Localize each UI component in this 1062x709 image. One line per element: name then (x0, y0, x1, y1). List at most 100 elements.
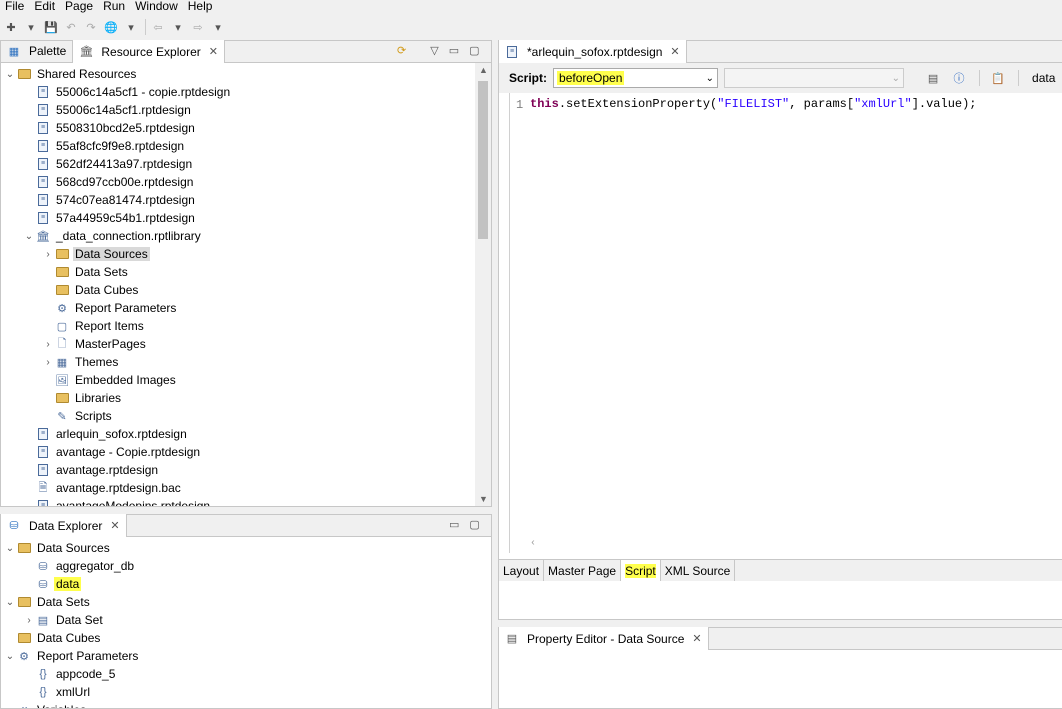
tab-xml-source[interactable]: XML Source (661, 560, 736, 581)
new-dropdown-icon[interactable]: ▾ (22, 18, 40, 36)
close-icon[interactable]: ✕ (692, 632, 701, 645)
script-options-icon[interactable]: 📋 (989, 69, 1007, 87)
resource-tree-item[interactable]: › Data Sources (41, 245, 150, 263)
resource-tree-label: 574c07ea81474.rptdesign (56, 193, 195, 207)
validate-icon[interactable]: ▤ (924, 69, 942, 87)
resource-tree-item[interactable]: ≡ 57a44959c54b1.rptdesign (22, 209, 197, 227)
chevron-down-icon[interactable]: ⌄ (3, 651, 17, 662)
report-design-icon: ≡ (36, 85, 50, 99)
chevron-right-icon[interactable]: › (41, 357, 55, 368)
tab-layout[interactable]: Layout (499, 560, 545, 581)
forward-dropdown-icon[interactable]: ▾ (209, 18, 227, 36)
data-tree-label: Data Sets (37, 595, 90, 609)
minimize-icon[interactable]: ▭ (449, 44, 459, 57)
close-icon[interactable]: ✕ (110, 519, 119, 532)
resource-tree-item[interactable]: ≡ 568cd97ccb00e.rptdesign (22, 173, 195, 191)
undo-icon[interactable]: ↶ (62, 18, 80, 36)
chevron-down-icon[interactable]: ⌄ (3, 69, 17, 80)
menu-help[interactable]: Help (183, 0, 218, 14)
data-tree-item[interactable]: ›𝑥 Variables (3, 701, 88, 708)
data-tree-item[interactable]: › ▤ Data Set (22, 611, 105, 629)
forward-icon[interactable]: ⇨ (189, 18, 207, 36)
resource-tree-item[interactable]: ▢ Report Items (41, 317, 146, 335)
resource-tree-item[interactable]: ⚙ Report Parameters (41, 299, 178, 317)
script-secondary-select[interactable]: ⌄ (724, 68, 905, 88)
datasource-icon: ⛁ (38, 578, 48, 591)
script-label: Script: (509, 71, 548, 85)
resource-tree-item[interactable]: ✎ Scripts (41, 407, 114, 425)
help-icon[interactable]: ⓘ (950, 69, 968, 87)
menu-edit[interactable]: Edit (29, 0, 60, 14)
resource-tree-item[interactable]: ≡ 574c07ea81474.rptdesign (22, 191, 197, 209)
tab-master-page[interactable]: Master Page (544, 560, 622, 581)
run-web-icon[interactable]: 🌐 (102, 18, 120, 36)
redo-icon[interactable]: ↷ (82, 18, 100, 36)
back-icon[interactable]: ⇦ (149, 18, 167, 36)
scroll-left-icon[interactable]: ‹ (530, 538, 536, 549)
resource-tree-item[interactable]: › ▦ Themes (41, 353, 120, 371)
resource-tree-item[interactable]: Data Sets (41, 263, 130, 281)
script-code-editor[interactable]: 1 this.setExtensionProperty("FILELIST", … (509, 93, 1062, 553)
data-view-controls: ▭ ▢ (449, 518, 480, 531)
resource-tree-item[interactable]: 🖼 Embedded Images (41, 371, 178, 389)
tab-property-editor[interactable]: ▤ Property Editor - Data Source ✕ (499, 627, 709, 650)
resource-tree-item[interactable]: 🗎 avantage.rptdesign.bac (22, 479, 183, 497)
resource-tree-item[interactable]: ≡ 55af8cfc9f9e8.rptdesign (22, 137, 186, 155)
tab-data-explorer[interactable]: ⛁ Data Explorer ✕ (1, 514, 127, 537)
data-explorer-icon: ⛁ (9, 520, 19, 532)
refresh-icon[interactable]: ⟳ (397, 44, 406, 57)
resource-tree-item[interactable]: ≡ 55006c14a5cf1 - copie.rptdesign (22, 83, 232, 101)
menu-run[interactable]: Run (98, 0, 130, 14)
back-dropdown-icon[interactable]: ▾ (169, 18, 187, 36)
maximize-icon[interactable]: ▢ (469, 518, 479, 531)
chevron-right-icon[interactable]: › (22, 615, 36, 626)
tab-resource-explorer[interactable]: 🏛 Resource Explorer ✕ (73, 40, 225, 63)
tab-script[interactable]: Script (621, 560, 661, 581)
scroll-up-icon[interactable]: ▲ (479, 65, 488, 75)
chevron-right-icon[interactable]: › (3, 705, 17, 709)
menu-window[interactable]: Window (130, 0, 183, 14)
data-tree-item[interactable]: Data Cubes (3, 629, 102, 647)
view-menu-icon[interactable]: ▽ (430, 44, 438, 57)
menu-file[interactable]: File (0, 0, 29, 14)
resource-tree-item[interactable]: ≡ 5508310bcd2e5.rptdesign (22, 119, 197, 137)
maximize-icon[interactable]: ▢ (469, 44, 479, 57)
data-tree-label: data (54, 577, 82, 591)
resource-tree-item[interactable]: ≡ avantage - Copie.rptdesign (22, 443, 202, 461)
resource-scrollbar[interactable]: ▲ ▼ (475, 63, 491, 506)
resource-scroll-thumb[interactable] (478, 81, 488, 239)
data-tree-item[interactable]: {} appcode_5 (22, 665, 117, 683)
save-icon[interactable]: 💾 (42, 18, 60, 36)
chevron-down-icon[interactable]: ⌄ (22, 231, 36, 242)
menu-page[interactable]: Page (60, 0, 98, 14)
new-icon[interactable]: ✚ (2, 18, 20, 36)
resource-tree-item[interactable]: ⌄ 🏛 _data_connection.rptlibrary (22, 227, 203, 245)
data-tree-item[interactable]: ⛁ data (22, 575, 82, 593)
data-tree-item[interactable]: ⛁ aggregator_db (22, 557, 136, 575)
resource-tree-item[interactable]: ≡ arlequin_sofox.rptdesign (22, 425, 189, 443)
minimize-icon[interactable]: ▭ (449, 518, 459, 531)
tab-arlequin-sofox[interactable]: ≡ *arlequin_sofox.rptdesign ✕ (499, 40, 687, 63)
scroll-down-icon[interactable]: ▼ (479, 494, 488, 504)
data-tree-item[interactable]: ⌄ ⚙ Report Parameters (3, 647, 140, 665)
chevron-right-icon[interactable]: › (41, 249, 55, 260)
data-tree-item[interactable]: ⌄ Data Sets (3, 593, 92, 611)
resource-tree-item[interactable]: ≡ avantageModepins.rptdesign (22, 497, 212, 506)
resource-tree-item[interactable]: ≡ avantage.rptdesign (22, 461, 160, 479)
script-method-select[interactable]: beforeOpen ⌄ (553, 68, 719, 88)
data-tree-item[interactable]: ⌄ Data Sources (3, 539, 112, 557)
resource-tree-item[interactable]: › 🗋 MasterPages (41, 335, 148, 353)
chevron-down-icon[interactable]: ⌄ (3, 543, 17, 554)
resource-tree-item[interactable]: ⌄ Shared Resources (3, 65, 138, 83)
resource-tree-item[interactable]: Libraries (41, 389, 123, 407)
tab-palette[interactable]: ▦ Palette (1, 40, 74, 62)
close-icon[interactable]: ✕ (670, 45, 679, 58)
data-tree-item[interactable]: {} xmlUrl (22, 683, 92, 701)
resource-tree-item[interactable]: ≡ 55006c14a5cf1.rptdesign (22, 101, 193, 119)
chevron-down-icon[interactable]: ⌄ (3, 597, 17, 608)
chevron-right-icon[interactable]: › (41, 339, 55, 350)
resource-tree-item[interactable]: ≡ 562df24413a97.rptdesign (22, 155, 194, 173)
close-icon[interactable]: ✕ (209, 45, 218, 58)
run-dropdown-icon[interactable]: ▾ (122, 18, 140, 36)
resource-tree-item[interactable]: Data Cubes (41, 281, 140, 299)
